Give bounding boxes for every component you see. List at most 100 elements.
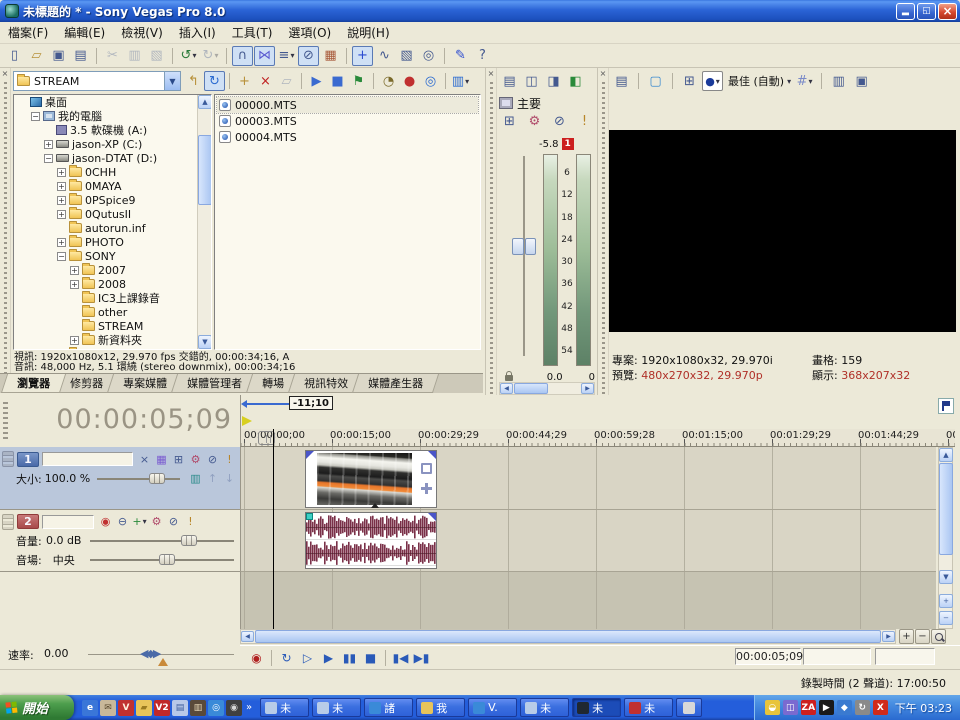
track-mute-icon[interactable]: ⊘ [165,514,182,530]
event-pan-crop-icon[interactable] [421,463,432,474]
ql-v2-icon[interactable]: V2 [154,700,170,716]
project-properties-icon[interactable]: ▤ [70,46,91,66]
tree-item[interactable]: +0MAYA [14,179,211,193]
ql-book-icon[interactable]: ▥ [190,700,206,716]
ql-folder-icon[interactable]: ▰ [136,700,152,716]
tab-1[interactable]: 瀏覽器 [1,374,66,393]
ignore-event-grouping-icon[interactable]: ⊘ [298,46,319,66]
start-button[interactable]: 開始 [0,695,74,720]
play-from-start-button[interactable]: ▷ [297,648,318,668]
track-name-field[interactable] [42,452,133,466]
event-grouping-icon[interactable]: ▦ [320,46,341,66]
zoom-out-track-button[interactable]: − [939,611,953,625]
external-monitor-icon[interactable]: ▢ [645,71,666,91]
tree-item[interactable]: autorun.inf [14,221,211,235]
go-to-end-button[interactable]: ▶▮ [411,648,432,668]
scrollbar-thumb[interactable] [514,383,548,394]
tab-7[interactable]: 媒體產生器 [352,374,439,393]
tree-item[interactable]: +0QutusII [14,207,211,221]
track-automation-icon[interactable]: ⚙ [148,514,165,530]
menu-item[interactable]: 說明(H) [347,24,389,41]
arm-record-icon[interactable]: ◉ [97,514,114,530]
ql-doc-icon[interactable]: ▤ [172,700,188,716]
menu-item[interactable]: 編輯(E) [64,24,105,41]
tree-item[interactable]: −jason-DTAT (D:) [14,151,211,165]
quick-launch-overflow[interactable]: » [246,702,252,713]
explorer-dock-grip[interactable]: × [0,68,11,373]
stop-preview-icon[interactable]: ■ [327,71,348,91]
video-output-fx-icon[interactable]: ⊞ [679,71,700,91]
tab-4[interactable]: 媒體管理者 [171,374,258,393]
play-button[interactable]: ▶ [318,648,339,668]
get-media-from-web-icon[interactable]: ● [399,71,420,91]
ql-ie-icon[interactable]: e [82,700,98,716]
menu-item[interactable]: 檔案(F) [8,24,48,41]
insert-assignable-fx-icon[interactable]: ◨ [543,71,564,91]
bus-mute-icon[interactable]: ⊘ [549,111,570,131]
track-solo-icon[interactable]: ! [182,514,199,530]
lock-envelopes-icon[interactable]: ≡▾ [276,46,297,66]
zoom-edit-tool-icon[interactable]: ◎ [418,46,439,66]
compositing-mode-icon[interactable]: ▦ [153,451,170,467]
tree-item[interactable]: 桌面 [14,95,211,109]
track-drag-grip[interactable] [2,451,14,467]
fade-in-handle[interactable] [306,451,314,459]
media-search-icon[interactable]: ◎ [420,71,441,91]
video-track-header[interactable]: 1 ×▦⊞⚙⊘! 大小: 100.0 % ▥↑↓ [0,447,240,510]
ql-globe-icon[interactable]: ◎ [208,700,224,716]
ql-player-icon[interactable]: ◉ [226,700,242,716]
new-project-icon[interactable]: ▯ [4,46,25,66]
taskbar-window-button[interactable]: 未 [312,698,361,717]
track-name-field[interactable] [42,515,94,529]
auto-preview-icon[interactable]: ⚑ [348,71,369,91]
fader-lock-icon[interactable] [505,375,513,381]
close-button[interactable]: × [938,3,957,20]
scroll-right-icon[interactable]: ▶ [581,383,594,394]
snap-offset-handle[interactable] [306,513,313,520]
address-combobox[interactable]: STREAM ▼ [13,71,181,91]
scroll-down-icon[interactable]: ▼ [939,570,953,584]
selection-start-box[interactable] [803,648,871,665]
bus-automation-icon[interactable]: ⚙ [524,111,545,131]
menu-item[interactable]: 工具(T) [232,24,273,41]
ql-mail-icon[interactable]: ✉ [100,700,116,716]
taskbar-window-button[interactable]: 諸 [364,698,413,717]
whats-this-help-icon[interactable]: ? [472,46,493,66]
address-dropdown-button[interactable]: ▼ [164,72,180,90]
transport-timecode[interactable]: 00:00:05;09 [735,648,801,665]
scrollbar-thumb[interactable] [255,630,881,643]
stop-button[interactable]: ■ [360,648,381,668]
taskbar-window-button[interactable]: V. [468,698,517,717]
tray-messenger-icon[interactable]: ◆ [837,700,852,715]
tree-item[interactable]: +0PSpice9 [14,193,211,207]
menu-item[interactable]: 檢視(V) [121,24,163,41]
taskbar-window-button[interactable]: 未 [520,698,569,717]
downmix-output-icon[interactable]: ◧ [565,71,586,91]
new-folder-icon[interactable]: + [234,71,255,91]
slider-thumb[interactable] [181,535,197,546]
undo-icon[interactable]: ↺▾ [178,46,199,66]
tray-key-icon[interactable]: ◒ [765,700,780,715]
bus-solo-icon[interactable]: ! [574,111,595,131]
tray-antivirus-icon[interactable]: X [873,700,888,715]
normal-edit-tool-icon[interactable]: + [352,46,373,66]
rate-scrub-handle[interactable]: ◀◆▶ [140,647,159,660]
tree-item[interactable]: other [14,305,211,319]
track-solo-icon[interactable]: ! [221,451,238,467]
snap-marker-icon[interactable] [242,416,252,426]
tree-item[interactable]: −我的電腦 [14,109,211,123]
bypass-motion-blur-icon[interactable]: × [136,451,153,467]
scroll-left-icon[interactable]: ◀ [241,631,254,642]
tree-item[interactable]: +0CHH [14,165,211,179]
copy-snapshot-icon[interactable]: ▥ [828,71,849,91]
record-button[interactable]: ◉ [246,648,267,668]
track-level-slider[interactable] [97,478,180,480]
scroll-left-icon[interactable]: ◀ [500,383,513,394]
selection-length-box[interactable] [875,648,935,665]
zoom-in-track-button[interactable]: + [939,594,953,608]
zoom-in-time-button[interactable]: + [899,629,914,644]
save-snapshot-icon[interactable]: ▣ [851,71,872,91]
pan-mode-icon[interactable]: +▾ [131,514,148,530]
tray-sync-icon[interactable]: ↻ [855,700,870,715]
auto-ripple-icon[interactable]: ⋈ [254,46,275,66]
